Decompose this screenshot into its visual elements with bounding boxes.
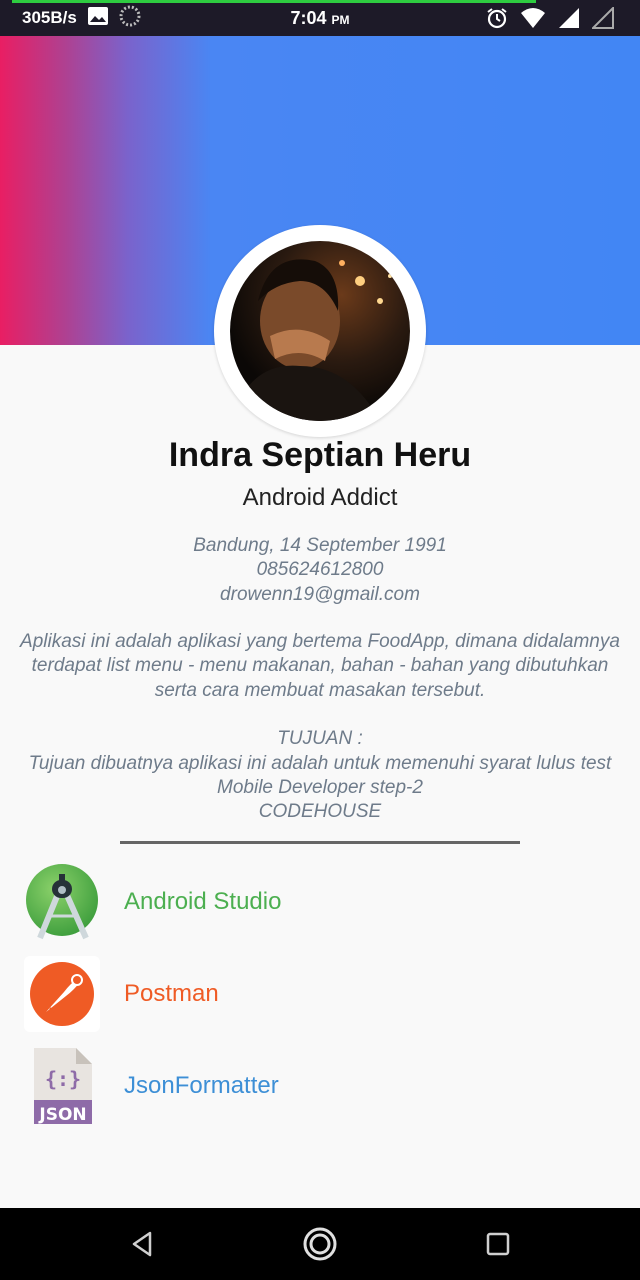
navigation-bar bbox=[0, 1208, 640, 1280]
clock-time: 7:04 bbox=[290, 8, 327, 28]
app-description: Aplikasi ini adalah aplikasi yang bertem… bbox=[14, 630, 626, 825]
json-label: JSON bbox=[38, 1105, 86, 1124]
back-button[interactable] bbox=[120, 1224, 164, 1264]
goal-title: TUJUAN : bbox=[277, 728, 363, 750]
organization: CODEHOUSE bbox=[258, 801, 382, 823]
home-circle-icon bbox=[303, 1227, 337, 1261]
email-address: drowenn19@gmail.com bbox=[220, 583, 420, 605]
contact-info: Bandung, 14 September 1991 085624612800 … bbox=[0, 534, 640, 607]
description-text: Aplikasi ini adalah aplikasi yang bertem… bbox=[20, 631, 620, 701]
list-item-postman[interactable]: Postman bbox=[24, 955, 584, 1033]
json-file-icon: {:} JSON bbox=[24, 1048, 100, 1125]
divider bbox=[120, 841, 520, 844]
wifi-icon bbox=[520, 7, 546, 33]
back-triangle-icon bbox=[132, 1231, 152, 1257]
avatar bbox=[230, 241, 410, 421]
birth-info: Bandung, 14 September 1991 bbox=[193, 535, 447, 556]
profile-role: Android Addict bbox=[242, 484, 398, 511]
list-item-android-studio[interactable]: Android Studio bbox=[24, 863, 584, 941]
signal-empty-icon bbox=[590, 5, 614, 33]
profile-name: Indra Septian Heru bbox=[168, 436, 472, 474]
list-item-jsonformatter[interactable]: {:} JSON JsonFormatter bbox=[24, 1047, 584, 1125]
recents-button[interactable] bbox=[476, 1224, 520, 1264]
status-right bbox=[486, 5, 614, 33]
json-glyph: {:} bbox=[45, 1067, 81, 1091]
avatar-frame bbox=[214, 225, 426, 437]
alarm-icon bbox=[486, 7, 508, 33]
tool-label-postman: Postman bbox=[124, 980, 219, 1007]
recents-square-icon bbox=[486, 1232, 510, 1256]
android-studio-icon bbox=[24, 864, 100, 940]
phone-number: 085624612800 bbox=[256, 559, 384, 581]
goal-text: Tujuan dibuatnya aplikasi ini adalah unt… bbox=[28, 752, 612, 799]
home-button[interactable] bbox=[298, 1224, 342, 1264]
tool-label-android-studio: Android Studio bbox=[124, 888, 282, 915]
download-progress-line bbox=[12, 0, 536, 3]
status-bar: 305B/s 7:04 PM bbox=[0, 0, 640, 36]
postman-icon bbox=[24, 956, 100, 1032]
tool-label-jsonformatter: JsonFormatter bbox=[124, 1072, 279, 1099]
signal-icon bbox=[558, 7, 580, 33]
clock-ampm: PM bbox=[331, 13, 350, 27]
